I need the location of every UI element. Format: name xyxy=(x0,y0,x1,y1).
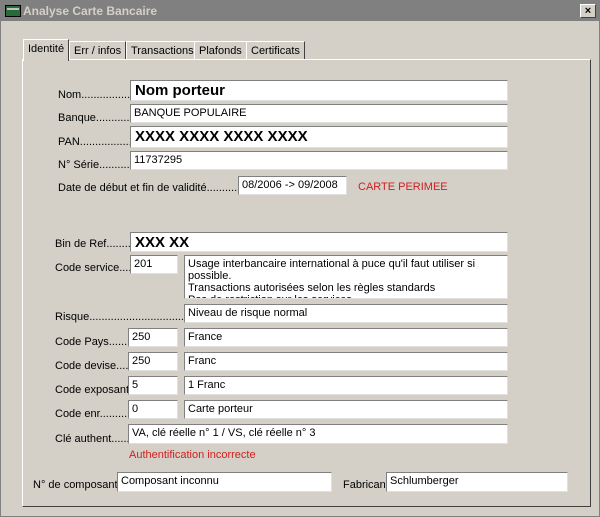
app-icon xyxy=(5,5,21,17)
title-bar[interactable]: Analyse Carte Bancaire × xyxy=(1,1,599,21)
tab-identite[interactable]: Identité xyxy=(23,39,70,61)
exposant-label: Code exposant. xyxy=(55,384,133,396)
cle-field[interactable]: VA, clé réelle n° 1 / VS, clé réelle n° … xyxy=(128,424,508,444)
pan-label: PAN................. xyxy=(58,136,132,148)
composant-label: N° de composant xyxy=(33,479,118,491)
exposant-code-field[interactable]: 5 xyxy=(128,376,178,395)
service-code-field[interactable]: 201 xyxy=(130,255,178,274)
banque-field[interactable]: BANQUE POPULAIRE xyxy=(130,104,508,123)
serie-label: N° Série........... xyxy=(58,159,133,171)
exposant-field[interactable]: 1 Franc xyxy=(184,376,508,395)
enr-field[interactable]: Carte porteur xyxy=(184,400,508,419)
tab-err-infos[interactable]: Err / infos xyxy=(69,41,127,60)
bin-field[interactable]: XXX XX xyxy=(130,232,508,252)
tab-certificats[interactable]: Certificats xyxy=(246,41,305,60)
service-description[interactable]: Usage interbancaire international à puce… xyxy=(184,255,508,299)
pays-field[interactable]: France xyxy=(184,328,508,347)
risque-label: Risque................................. xyxy=(55,311,191,323)
fabricant-field[interactable]: Schlumberger xyxy=(386,472,568,492)
fabricant-label: Fabricant xyxy=(343,479,389,491)
pan-field[interactable]: XXXX XXXX XXXX XXXX xyxy=(130,126,508,148)
window-title: Analyse Carte Bancaire xyxy=(23,4,158,18)
enr-code-field[interactable]: 0 xyxy=(128,400,178,419)
composant-field[interactable]: Composant inconnu xyxy=(117,472,332,492)
serie-field[interactable]: 11737295 xyxy=(130,151,508,170)
devise-field[interactable]: Franc xyxy=(184,352,508,371)
nom-field[interactable]: Nom porteur xyxy=(130,80,508,101)
risque-field[interactable]: Niveau de risque normal xyxy=(184,304,508,323)
validite-status: CARTE PERIMEE xyxy=(358,181,448,193)
tab-transactions[interactable]: Transactions xyxy=(126,41,199,60)
main-window: Analyse Carte Bancaire × Identité Err / … xyxy=(0,0,600,517)
enr-label: Code enr............ xyxy=(55,408,137,420)
service-label: Code service....... xyxy=(55,262,141,274)
bin-label: Bin de Ref......... xyxy=(55,238,134,250)
close-button[interactable]: × xyxy=(580,4,596,18)
pays-code-field[interactable]: 250 xyxy=(128,328,178,347)
validite-field[interactable]: 08/2006 -> 09/2008 xyxy=(238,176,347,195)
devise-code-field[interactable]: 250 xyxy=(128,352,178,371)
pays-label: Code Pays......... xyxy=(55,336,137,348)
tab-plafonds[interactable]: Plafonds xyxy=(194,41,247,60)
banque-label: Banque............. xyxy=(58,112,136,124)
validite-label: Date de début et fin de validité........… xyxy=(58,182,241,194)
nom-label: Nom................. xyxy=(58,89,134,101)
cle-status: Authentification incorrecte xyxy=(129,449,256,461)
cle-label: Clé authent......... xyxy=(55,433,139,445)
